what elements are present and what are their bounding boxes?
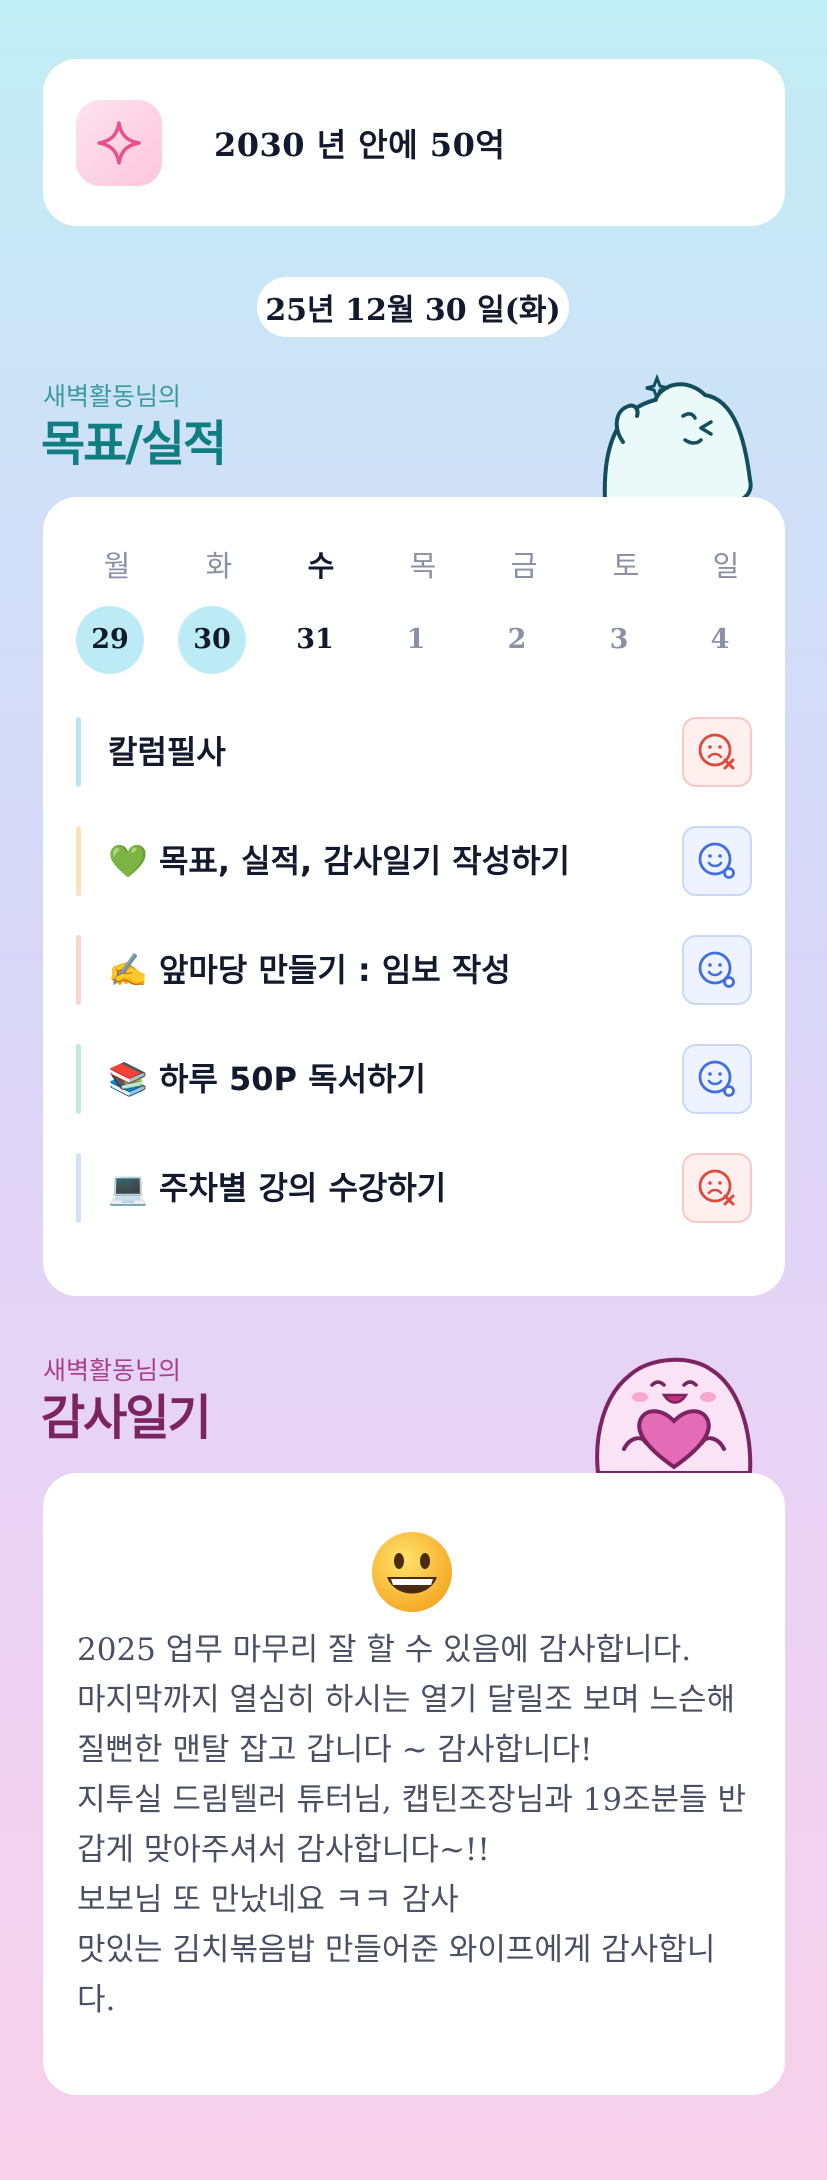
heart-mascot-icon xyxy=(590,1345,760,1477)
weekday-label: 월 xyxy=(103,549,131,583)
date-cell[interactable]: 31 xyxy=(281,606,349,674)
gratitude-text: 2025 업무 마무리 잘 할 수 있음에 감사합니다. 마지막까지 열심히 하… xyxy=(77,1632,746,2018)
sad-face-fail-icon[interactable] xyxy=(682,717,752,787)
sparkle-icon xyxy=(76,99,162,186)
grinning-face-icon xyxy=(369,1529,455,1619)
goal-item[interactable]: 💻 주차별 강의 수강하기 xyxy=(76,1153,752,1223)
date-cell[interactable]: 4 xyxy=(686,606,754,674)
weekday-label: 목 xyxy=(409,549,437,583)
goal-item[interactable]: 💚 목표, 실적, 감사일기 작성하기 xyxy=(76,826,752,896)
goal-item[interactable]: ✍️ 앞마당 만들기 : 임보 작성 xyxy=(76,935,752,1005)
goal-card[interactable]: 2030 년 안에 50억 xyxy=(43,59,785,226)
goal-item[interactable]: 📚 하루 50P 독서하기 xyxy=(76,1044,752,1114)
date-cell[interactable]: 30 xyxy=(178,606,246,674)
smile-face-done-icon[interactable] xyxy=(682,1044,752,1114)
date-cell[interactable]: 1 xyxy=(382,606,450,674)
date-cell[interactable]: 2 xyxy=(483,606,551,674)
weekday-label: 수 xyxy=(307,549,335,583)
smile-face-done-icon[interactable] xyxy=(682,826,752,896)
date-cell[interactable]: 29 xyxy=(76,606,144,674)
goal-text: 2030 년 안에 50억 xyxy=(214,125,506,164)
weekday-label: 화 xyxy=(205,549,233,583)
goal-item[interactable]: 칼럼필사 xyxy=(76,717,752,787)
weekday-label: 금 xyxy=(510,549,538,583)
goal-item-bar xyxy=(76,935,81,1005)
smile-face-done-icon[interactable] xyxy=(682,935,752,1005)
goal-item-bar xyxy=(76,1153,81,1223)
gratitude-section-title: 감사일기 xyxy=(41,1390,212,1446)
goal-item-bar xyxy=(76,717,81,787)
sad-face-fail-icon[interactable] xyxy=(682,1153,752,1223)
goal-item-bar xyxy=(76,1044,81,1114)
goal-item-label: 💻 주차별 강의 수강하기 xyxy=(108,1169,447,1207)
goal-item-label: 칼럼필사 xyxy=(108,733,226,771)
gratitude-card: 2025 업무 마무리 잘 할 수 있음에 감사합니다. 마지막까지 열심히 하… xyxy=(43,1473,785,2095)
weekday-label: 토 xyxy=(612,549,640,583)
goal-item-bar xyxy=(76,826,81,896)
ghost-mascot-icon xyxy=(595,370,755,504)
goals-section-title: 목표/실적 xyxy=(41,416,227,472)
date-selector[interactable]: 25년 12월 30 일(화) xyxy=(257,277,569,337)
date-cell[interactable]: 3 xyxy=(585,606,653,674)
weekday-label: 일 xyxy=(712,549,740,583)
goal-item-label: 📚 하루 50P 독서하기 xyxy=(108,1060,426,1098)
goal-item-label: 💚 목표, 실적, 감사일기 작성하기 xyxy=(108,842,570,880)
goals-card: 월 화 수 목 금 토 일 29 30 31 1 2 3 4 칼럼필사 💚 목표… xyxy=(43,497,785,1296)
goal-item-label: ✍️ 앞마당 만들기 : 임보 작성 xyxy=(108,951,511,989)
